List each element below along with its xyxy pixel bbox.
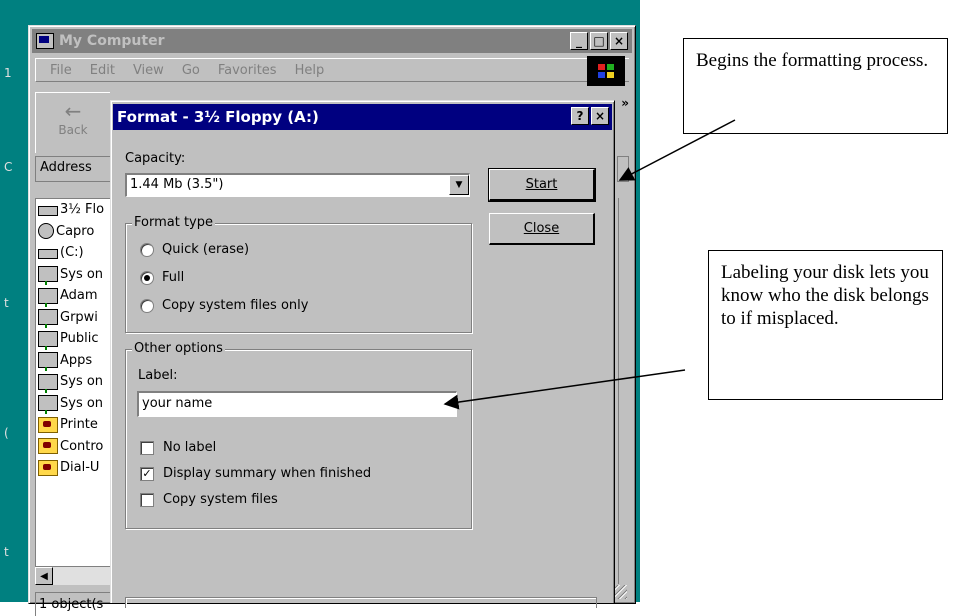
arrow-to-label <box>443 369 686 410</box>
arrow-to-start <box>618 119 736 181</box>
callout-arrows <box>443 119 736 410</box>
